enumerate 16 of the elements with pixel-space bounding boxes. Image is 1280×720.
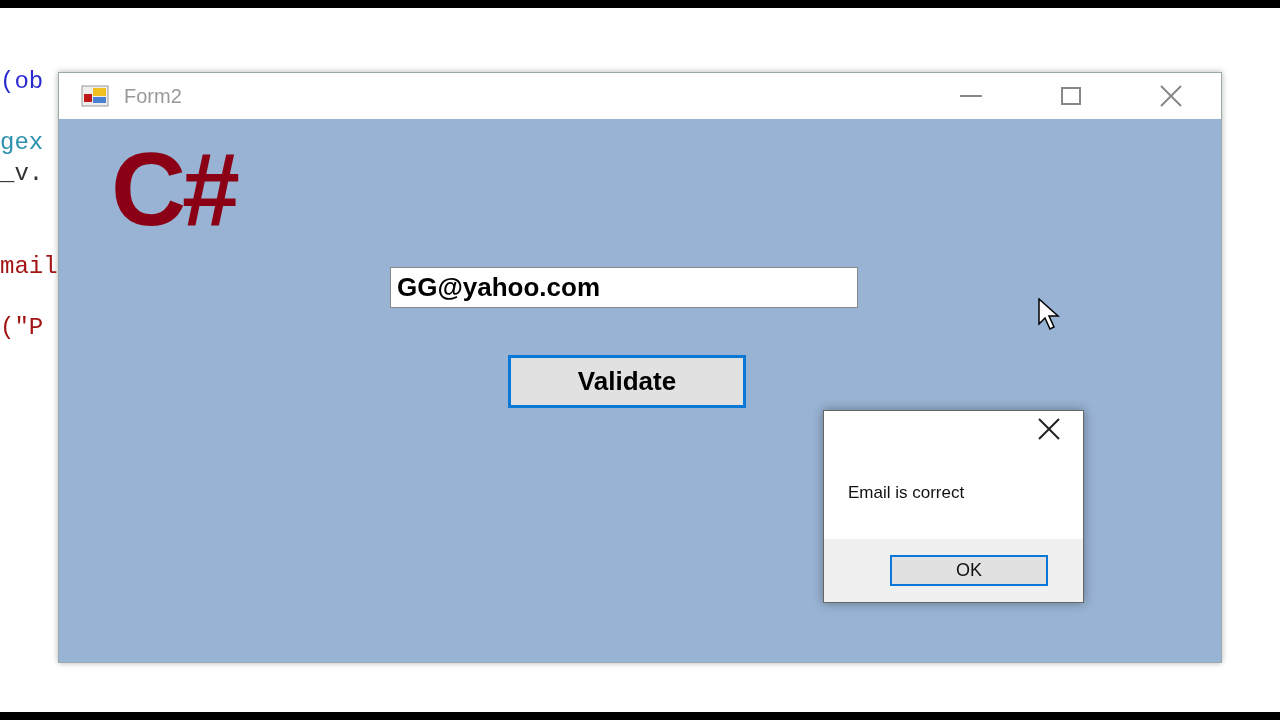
minimize-icon <box>960 95 982 97</box>
message-text: Email is correct <box>848 482 965 505</box>
code-fragment: _v. <box>0 162 44 186</box>
code-fragment: (ob <box>0 70 44 94</box>
email-field[interactable]: GG@yahoo.com <box>390 267 858 308</box>
maximize-icon <box>1061 87 1081 105</box>
validate-button[interactable]: Validate <box>508 355 746 408</box>
close-icon <box>1160 85 1182 107</box>
ok-button[interactable]: OK <box>890 555 1048 586</box>
window-title: Form2 <box>124 84 182 109</box>
logo-text: C# <box>111 137 236 241</box>
code-fragment: mail <box>0 255 58 279</box>
close-icon <box>1038 418 1060 440</box>
code-fragment: ("P <box>0 316 44 340</box>
code-fragment: gex <box>0 131 44 155</box>
form-icon <box>81 85 109 107</box>
